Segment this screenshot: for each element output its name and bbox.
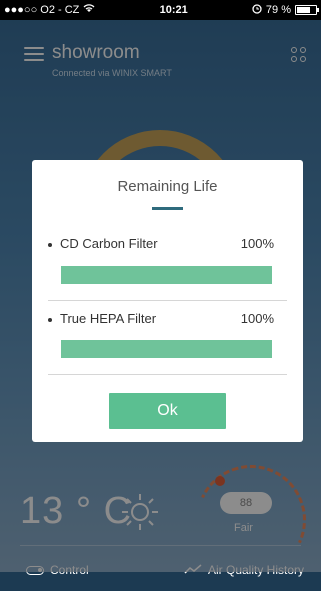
title-underline xyxy=(152,207,183,210)
filter-row-carbon: CD Carbon Filter 100% xyxy=(48,236,274,251)
clock: 10:21 xyxy=(159,4,188,16)
bullet-icon xyxy=(48,242,52,247)
filter-life-fill xyxy=(61,266,272,284)
battery-icon xyxy=(294,5,319,15)
filter-row-hepa: True HEPA Filter 100% xyxy=(48,311,274,326)
carrier-text: ●●●○○ O2 - CZ xyxy=(4,4,80,16)
dialog-title: Remaining Life xyxy=(117,178,218,195)
bullet-icon xyxy=(48,317,52,322)
filter-life-fill xyxy=(61,340,272,358)
alarm-icon xyxy=(252,3,262,17)
status-bar: ●●●○○ O2 - CZ 10:21 79 % xyxy=(0,0,321,20)
wifi-icon xyxy=(83,4,95,16)
dialog-divider xyxy=(48,374,287,375)
battery-text: 79 % xyxy=(265,4,291,16)
filter-percent: 100% xyxy=(240,311,274,326)
ok-button[interactable]: Ok xyxy=(109,393,226,429)
filter-name: CD Carbon Filter xyxy=(60,236,158,251)
filter-name: True HEPA Filter xyxy=(60,311,157,326)
filter-life-bar-carbon xyxy=(61,266,272,284)
dialog-divider xyxy=(48,300,287,301)
remaining-life-dialog: Remaining Life CD Carbon Filter 100% Tru… xyxy=(32,160,303,442)
filter-percent: 100% xyxy=(240,236,274,251)
filter-life-bar-hepa xyxy=(61,340,272,358)
